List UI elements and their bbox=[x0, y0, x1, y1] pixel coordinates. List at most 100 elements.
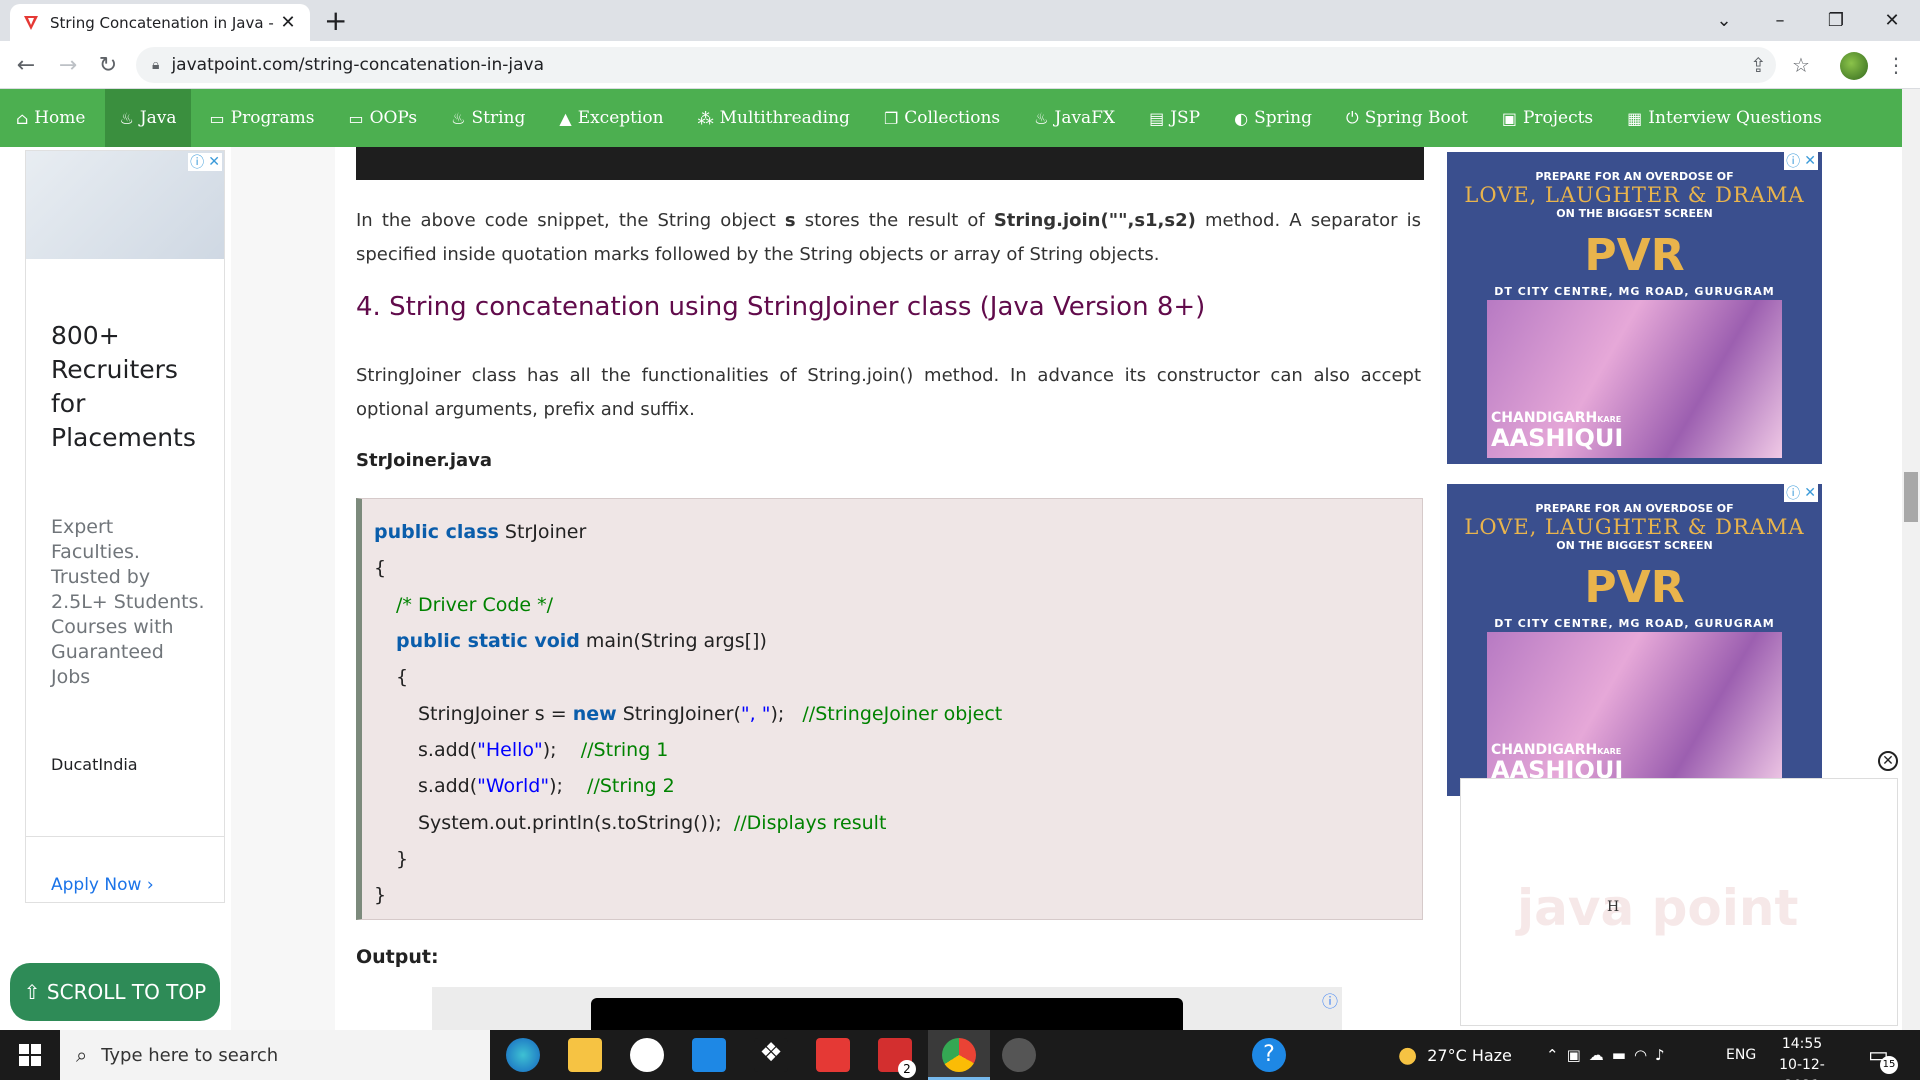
right-ad-2[interactable]: PREPARE FOR AN OVERDOSE OF LOVE, LAUGHTE… bbox=[1447, 484, 1822, 796]
string-icon: ♨ bbox=[451, 108, 466, 128]
weather-widget[interactable]: ● 27°C Haze bbox=[1398, 1030, 1512, 1080]
search-icon: ⌕ bbox=[76, 1043, 88, 1067]
chrome-icon[interactable] bbox=[942, 1038, 976, 1072]
lock-icon[interactable]: 🔒︎ bbox=[152, 57, 159, 73]
nav-item-home[interactable]: ⌂ Home bbox=[16, 89, 100, 147]
reload-icon[interactable]: ↻ bbox=[94, 51, 122, 79]
nav-item-string[interactable]: ♨ String bbox=[451, 89, 540, 147]
tab-search-chevron-icon[interactable]: ⌄ bbox=[1696, 0, 1752, 41]
windows-taskbar: ⌕ Type here to search ❖ 2 ? ● 27°C Haze … bbox=[0, 1030, 1920, 1080]
warning-icon: ▲ bbox=[559, 108, 572, 128]
system-tray-icons[interactable]: ⌃ ▣ ☁ ▬ ◠ ♪ bbox=[1546, 1030, 1673, 1080]
maximize-icon[interactable]: ❐ bbox=[1808, 0, 1864, 41]
url-text: javatpoint.com/string-concatenation-in-j… bbox=[171, 55, 545, 75]
edge-icon[interactable] bbox=[506, 1038, 540, 1072]
nav-item-jsp[interactable]: ▤ JSP bbox=[1149, 89, 1215, 147]
left-gutter bbox=[231, 147, 335, 1030]
nav-item-collections[interactable]: ❐ Collections bbox=[884, 89, 1015, 147]
nav-item-exception[interactable]: ▲ Exception bbox=[559, 89, 678, 147]
ad-headline: 800+ Recruiters for Placements bbox=[51, 321, 196, 452]
chevron-right-icon: › bbox=[146, 875, 154, 895]
code-line-7: s.add("Hello"); //String 1 bbox=[418, 739, 669, 761]
sun-haze-icon: ● bbox=[1398, 1042, 1418, 1068]
taskbar-clock[interactable]: 14:55 10-12-2021 bbox=[1762, 1034, 1842, 1080]
monitor-icon: ▭ bbox=[209, 108, 225, 128]
language-indicator[interactable]: ENG bbox=[1726, 1030, 1756, 1080]
dropbox-icon[interactable]: ❖ bbox=[754, 1038, 788, 1072]
left-ad-card[interactable]: ⓘ ✕ 800+ Recruiters for Placements Expert… bbox=[25, 150, 225, 903]
code-line-10: } bbox=[396, 848, 409, 870]
nav-item-java[interactable]: ♨ Java bbox=[105, 89, 191, 147]
code-line-6: StringJoiner s = new StringJoiner(", ");… bbox=[418, 703, 1003, 725]
paragraph-join-explanation: In the above code snippet, the String ob… bbox=[356, 210, 1422, 265]
nav-item-programs[interactable]: ▭ Programs bbox=[210, 89, 330, 147]
code-line-3: /* Driver Code */ bbox=[396, 594, 554, 616]
ad-banner-image: ⓘ ✕ bbox=[26, 151, 224, 259]
mail-icon[interactable] bbox=[692, 1038, 726, 1072]
code-line-2: { bbox=[374, 557, 387, 579]
nav-item-interview-questions[interactable]: ▦ Interview Questions bbox=[1627, 89, 1837, 147]
address-bar[interactable]: 🔒︎ javatpoint.com/string-concatenation-i… bbox=[136, 47, 1776, 83]
share-icon[interactable]: ⇪ bbox=[1750, 53, 1767, 77]
code-line-9: System.out.println(s.toString()); //Disp… bbox=[418, 812, 887, 834]
ad-choices-icon[interactable]: ⓘ ✕ bbox=[188, 153, 222, 171]
code-line-4: public static void main(String args[]) bbox=[396, 630, 767, 652]
volume-icon: ♪ bbox=[1655, 1046, 1673, 1064]
store-icon[interactable] bbox=[630, 1038, 664, 1072]
bookmark-star-icon[interactable]: ☆ bbox=[1792, 53, 1810, 77]
nav-item-spring[interactable]: ◐ Spring bbox=[1234, 89, 1327, 147]
network-icon: ◠ bbox=[1633, 1046, 1656, 1064]
browser-menu-icon[interactable]: ⋮ bbox=[1886, 53, 1906, 77]
javatpoint-favicon-icon bbox=[22, 14, 40, 32]
ad-choices-icon[interactable]: ⓘ ✕ bbox=[1784, 484, 1818, 502]
scrollbar-thumb[interactable] bbox=[1904, 472, 1918, 522]
window-close-icon[interactable]: ✕ bbox=[1864, 0, 1920, 41]
new-tab-icon[interactable]: + bbox=[324, 6, 347, 36]
onedrive-icon: ☁ bbox=[1588, 1046, 1612, 1064]
nav-item-javafx[interactable]: ♨ JavaFX bbox=[1034, 89, 1130, 147]
help-icon[interactable]: ? bbox=[1252, 1038, 1286, 1072]
code-line-11: } bbox=[374, 884, 387, 906]
output-video-frame[interactable] bbox=[591, 998, 1183, 1030]
ad-divider bbox=[26, 836, 224, 837]
java-icon: ♨ bbox=[119, 108, 134, 128]
monitor-icon: ▭ bbox=[348, 108, 364, 128]
floating-video-player[interactable]: java point H bbox=[1460, 778, 1898, 1026]
tab-title: String Concatenation in Java - ja bbox=[50, 13, 278, 32]
nav-item-projects[interactable]: ▣ Projects bbox=[1502, 89, 1608, 147]
nav-item-spring-boot[interactable]: ⏻ Spring Boot bbox=[1346, 89, 1483, 147]
jsp-icon: ▤ bbox=[1149, 108, 1165, 128]
battery-icon: ▬ bbox=[1611, 1046, 1634, 1064]
scroll-to-top-button[interactable]: ⇧ SCROLL TO TOP bbox=[10, 963, 220, 1021]
profile-avatar[interactable] bbox=[1840, 52, 1868, 80]
interview-icon: ▦ bbox=[1627, 108, 1643, 128]
forward-icon[interactable]: → bbox=[54, 51, 82, 79]
apply-now-link[interactable]: Apply Now › bbox=[51, 875, 224, 895]
nav-item-oops[interactable]: ▭ OOPs bbox=[348, 89, 432, 147]
app-badge: 2 bbox=[898, 1060, 916, 1078]
collections-icon: ❐ bbox=[883, 108, 899, 128]
ad-choices-icon[interactable]: ⓘ ✕ bbox=[1784, 152, 1818, 170]
right-ad-1[interactable]: PREPARE FOR AN OVERDOSE OF LOVE, LAUGHTE… bbox=[1447, 152, 1822, 464]
power-icon: ⏻ bbox=[1346, 108, 1359, 127]
settings-gear-icon[interactable] bbox=[1002, 1038, 1036, 1072]
tab-close-icon[interactable]: ✕ bbox=[278, 12, 298, 33]
browser-toolbar: ← → ↻ 🔒︎ javatpoint.com/string-concatena… bbox=[0, 41, 1920, 89]
minimize-icon[interactable]: – bbox=[1752, 0, 1808, 41]
file-explorer-icon[interactable] bbox=[568, 1038, 602, 1072]
ad-brand: DucatIndia bbox=[51, 755, 138, 774]
browser-tab[interactable]: String Concatenation in Java - ja ✕ bbox=[10, 4, 310, 41]
windows-start-icon[interactable] bbox=[0, 1030, 60, 1080]
paragraph-stringjoiner: StringJoiner class has all the functiona… bbox=[356, 365, 1421, 420]
output-label: Output: bbox=[356, 946, 439, 968]
video-watermark: java point bbox=[1517, 879, 1799, 937]
device-icon: ▣ bbox=[1566, 1046, 1589, 1064]
page-scrollbar[interactable] bbox=[1902, 89, 1920, 1030]
video-close-icon[interactable]: ✕ bbox=[1878, 751, 1898, 771]
home-icon: ⌂ bbox=[16, 108, 29, 128]
nav-item-multithreading[interactable]: ⁂ Multithreading bbox=[698, 89, 865, 147]
back-icon[interactable]: ← bbox=[12, 51, 40, 79]
ad-info-icon[interactable]: ⓘ bbox=[1322, 988, 1338, 1012]
office-icon[interactable] bbox=[816, 1038, 850, 1072]
taskbar-search[interactable]: ⌕ Type here to search bbox=[60, 1030, 490, 1080]
